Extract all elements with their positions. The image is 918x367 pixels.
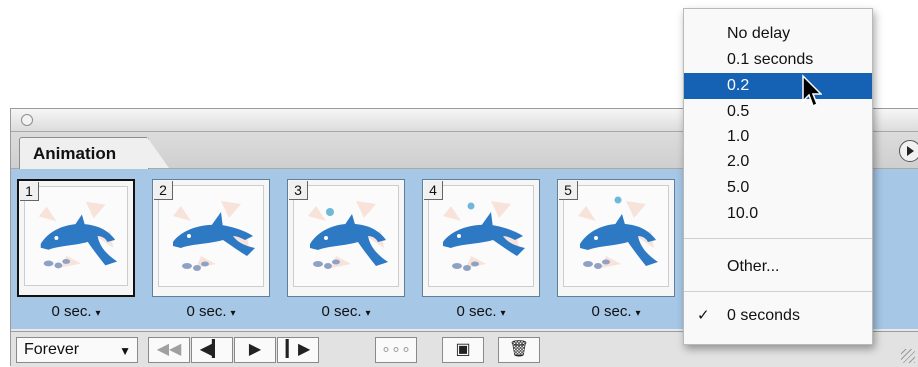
tween-button[interactable]: ∘∘∘ [375, 337, 417, 363]
menu-item-1-0[interactable]: 1.0 [684, 124, 872, 150]
menu-item-2-0[interactable]: 2.0 [684, 149, 872, 175]
menu-item-5-0[interactable]: 5.0 [684, 175, 872, 201]
frame-delay[interactable]: 0 sec. ▾ [17, 303, 135, 320]
chevron-down-icon: ▾ [230, 308, 236, 319]
frame-delay-label: 0 sec. [591, 303, 632, 320]
dolphin-image [428, 185, 534, 287]
frame-number: 1 [20, 182, 39, 201]
menu-separator [684, 238, 872, 239]
first-frame-button[interactable]: ◀◀ [148, 337, 190, 363]
menu-item-0-1-seconds[interactable]: 0.1 seconds [684, 47, 872, 73]
frame-delay[interactable]: 0 sec. ▾ [287, 303, 405, 320]
menu-item-10-0[interactable]: 10.0 [684, 201, 872, 227]
frame-thumbnail[interactable]: 1 [17, 179, 135, 297]
loop-options-label: Forever [24, 341, 80, 358]
tab-animation[interactable]: Animation [19, 137, 149, 169]
dolphin-image [293, 185, 399, 287]
tween-icon: ∘∘∘ [380, 341, 412, 358]
menu-item-label: 0.2 [727, 77, 750, 94]
frame-delay-label: 0 sec. [456, 303, 497, 320]
frame-delay[interactable]: 0 sec. ▾ [422, 303, 540, 320]
chevron-down-icon: ▾ [635, 308, 641, 319]
frame-delay-label: 0 sec. [186, 303, 227, 320]
play-button[interactable]: ▶ [234, 337, 276, 363]
close-icon[interactable] [21, 114, 33, 126]
loop-options-select[interactable]: Forever ▼ [16, 337, 138, 363]
frame-delay-menu: No delay 0.1 seconds 0.2 0.5 1.0 2.0 5.0… [683, 8, 873, 345]
panel-menu-icon[interactable] [899, 140, 918, 162]
dolphin-image [158, 185, 264, 287]
menu-item-no-delay[interactable]: No delay [684, 21, 872, 47]
chevron-down-icon: ▾ [500, 308, 506, 319]
menu-item-label: 5.0 [727, 179, 750, 196]
menu-item-label: 0.1 seconds [727, 51, 814, 68]
frame-5[interactable]: 5 0 sec. ▾ [557, 179, 675, 327]
frame-number: 2 [154, 181, 173, 200]
frame-thumbnail[interactable]: 5 [557, 179, 675, 297]
frame-thumbnail[interactable]: 4 [422, 179, 540, 297]
dolphin-image [563, 185, 669, 287]
menu-item-label: 10.0 [727, 205, 759, 222]
menu-item-label: 1.0 [727, 128, 750, 145]
menu-item-label: Other... [727, 258, 780, 275]
frame-number: 3 [289, 181, 308, 200]
previous-frame-button[interactable]: ◀▎ [191, 337, 233, 363]
chevron-down-icon: ▼ [119, 344, 131, 358]
menu-item-0-2[interactable]: 0.2 [684, 73, 872, 108]
next-frame-icon: ▎▶ [285, 341, 311, 358]
delete-frame-button[interactable]: 🗑 [498, 337, 540, 363]
frame-delay[interactable]: 0 sec. ▾ [152, 303, 270, 320]
frame-thumbnail[interactable]: 2 [152, 179, 270, 297]
menu-item-label: 0 seconds [727, 307, 800, 324]
new-frame-button[interactable]: ▣ [442, 337, 484, 363]
menu-item-label: 0.5 [727, 103, 750, 120]
frame-2[interactable]: 2 0 sec. ▾ [152, 179, 270, 327]
resize-grip-icon[interactable] [901, 349, 915, 363]
tab-edge [147, 137, 169, 168]
frame-delay-label: 0 sec. [51, 303, 92, 320]
menu-item-label: 2.0 [727, 153, 750, 170]
next-frame-button[interactable]: ▎▶ [277, 337, 319, 363]
frame-delay[interactable]: 0 sec. ▾ [557, 303, 675, 320]
frame-thumbnail[interactable]: 3 [287, 179, 405, 297]
menu-item-current-delay[interactable]: ✓ 0 seconds [684, 303, 872, 329]
trash-icon: 🗑 [508, 341, 530, 358]
checkmark-icon: ✓ [697, 307, 710, 324]
frame-number: 4 [424, 181, 443, 200]
frame-delay-label: 0 sec. [321, 303, 362, 320]
play-icon: ▶ [248, 341, 262, 358]
frame-number: 5 [559, 181, 578, 200]
new-frame-icon: ▣ [455, 341, 471, 358]
dolphin-image [24, 186, 128, 286]
tab-animation-label: Animation [33, 144, 117, 163]
frame-4[interactable]: 4 0 sec. ▾ [422, 179, 540, 327]
menu-item-0-5[interactable]: 0.5 [684, 99, 872, 125]
first-frame-icon: ◀◀ [156, 341, 182, 358]
chevron-down-icon: ▾ [95, 308, 101, 319]
previous-frame-icon: ◀▎ [199, 341, 225, 358]
frame-3[interactable]: 3 0 sec. ▾ [287, 179, 405, 327]
menu-item-other[interactable]: Other... [684, 254, 872, 280]
frame-1[interactable]: 1 0 sec. ▾ [17, 179, 135, 327]
menu-item-label: No delay [727, 25, 791, 42]
menu-separator [684, 291, 872, 292]
chevron-down-icon: ▾ [365, 308, 371, 319]
